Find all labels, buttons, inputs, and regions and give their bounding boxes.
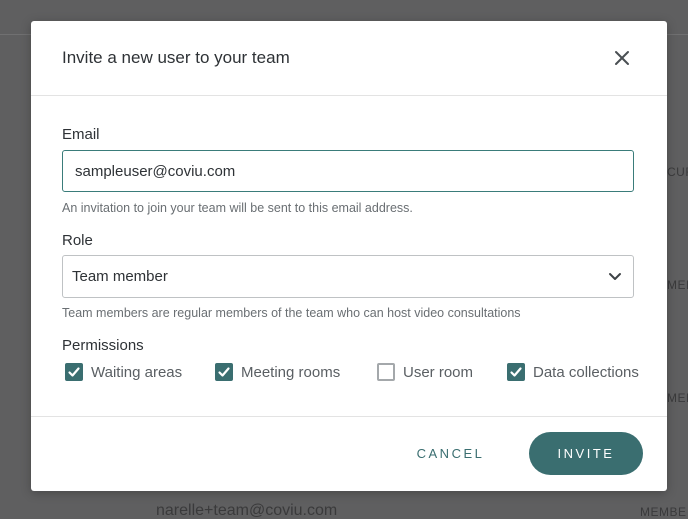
check-icon [510, 367, 522, 377]
permission-waiting-areas[interactable]: Waiting areas [65, 362, 182, 382]
background-column-label: MEMBE [640, 505, 687, 519]
permission-meeting-rooms[interactable]: Meeting rooms [215, 362, 340, 382]
invite-button[interactable]: INVITE [529, 432, 643, 475]
email-help-text: An invitation to join your team will be … [62, 201, 413, 215]
permission-data-collections[interactable]: Data collections [507, 362, 639, 382]
cancel-button[interactable]: CANCEL [403, 443, 498, 465]
background-column-label: MEMBE [667, 278, 688, 292]
close-icon [615, 51, 629, 65]
dialog-footer-divider [31, 416, 667, 417]
chevron-down-icon [608, 271, 622, 283]
permission-label: User room [403, 363, 474, 381]
permission-label: Data collections [533, 363, 639, 381]
invite-user-dialog: Invite a new user to your team Email An … [31, 21, 667, 491]
background-column-label: CURRE [667, 165, 688, 179]
permissions-label: Permissions [62, 337, 144, 354]
checkbox-checked[interactable] [215, 363, 233, 381]
background-column-label: MEMBE [667, 391, 688, 405]
checkbox-unchecked[interactable] [377, 363, 395, 381]
email-field[interactable] [62, 150, 634, 192]
email-label: Email [62, 126, 100, 143]
background-user-email: narelle+team@coviu.com [156, 502, 338, 519]
check-icon [218, 367, 230, 377]
permission-user-room[interactable]: User room [377, 362, 473, 382]
role-help-text: Team members are regular members of the … [62, 306, 521, 320]
close-button[interactable] [611, 47, 633, 69]
checkbox-checked[interactable] [65, 363, 83, 381]
role-label: Role [62, 232, 93, 249]
check-icon [68, 367, 80, 377]
permission-label: Meeting rooms [241, 363, 341, 381]
dialog-title: Invite a new user to your team [62, 48, 290, 67]
dialog-header: Invite a new user to your team [31, 21, 667, 96]
role-dropdown[interactable]: Team member [62, 255, 634, 298]
role-selected-value: Team member [72, 268, 168, 285]
checkbox-checked[interactable] [507, 363, 525, 381]
permission-label: Waiting areas [91, 363, 183, 381]
